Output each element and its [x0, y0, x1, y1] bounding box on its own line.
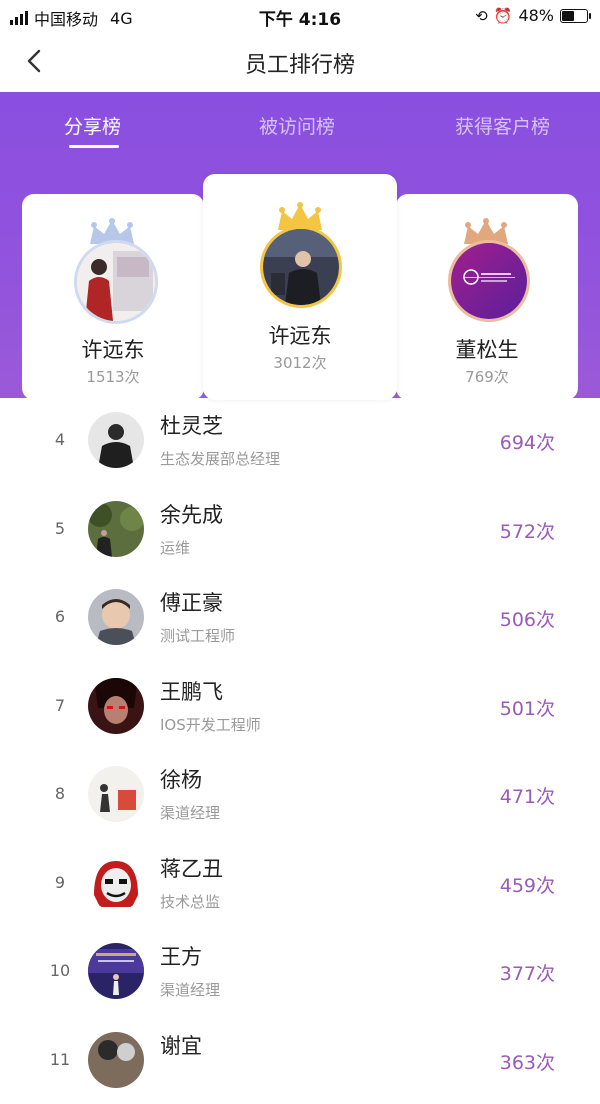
- tab-active-indicator: [69, 145, 119, 148]
- employee-name: 谢宜: [160, 1030, 202, 1060]
- employee-title: 技术总监: [160, 891, 220, 912]
- rank-number: 9: [40, 873, 80, 892]
- podium-count: 1513次: [22, 366, 204, 387]
- list-item[interactable]: 4 杜灵芝 生态发展部总经理 694次: [0, 396, 600, 485]
- employee-title: 生态发展部总经理: [160, 448, 280, 469]
- share-count: 501次: [500, 694, 555, 721]
- status-right: ⟲ ⏰ 48%: [475, 6, 588, 25]
- tab-customers[interactable]: 获得客户榜: [455, 112, 550, 139]
- employee-title: 测试工程师: [160, 625, 235, 646]
- lock-rotation-icon: ⟲: [475, 7, 488, 25]
- employee-title: 渠道经理: [160, 979, 220, 1000]
- ranking-header: 分享榜 被访问榜 获得客户榜 许远东 1513次: [0, 92, 600, 398]
- employee-name: 王鹏飞: [160, 676, 223, 706]
- share-count: 471次: [500, 782, 555, 809]
- avatar: [88, 943, 144, 999]
- employee-name: 徐杨: [160, 764, 202, 794]
- alarm-icon: ⏰: [494, 7, 513, 25]
- list-item[interactable]: 9 蒋乙丑 技术总监 459次: [0, 839, 600, 928]
- share-count: 506次: [500, 605, 555, 632]
- navigation-bar: 员工排行榜: [0, 32, 600, 92]
- avatar: [260, 226, 342, 308]
- avatar: [74, 240, 158, 324]
- status-bar: 中国移动 4G 下午 4:16 ⟲ ⏰ 48%: [0, 0, 600, 32]
- list-item[interactable]: 6 傅正豪 测试工程师 506次: [0, 573, 600, 662]
- list-item[interactable]: 10 王方 渠道经理 377次: [0, 927, 600, 1016]
- list-item[interactable]: 11 谢宜 363次: [0, 1016, 600, 1104]
- list-item[interactable]: 7 王鹏飞 IOS开发工程师 501次: [0, 662, 600, 751]
- employee-title: IOS开发工程师: [160, 714, 261, 735]
- podium-rank-2[interactable]: 许远东 1513次: [22, 194, 204, 400]
- employee-title: 运维: [160, 537, 190, 558]
- rank-number: 6: [40, 607, 80, 626]
- podium-rank-3[interactable]: 董松生 769次: [396, 194, 578, 400]
- battery-percent: 48%: [518, 6, 554, 25]
- podium-count: 769次: [396, 366, 578, 387]
- avatar: [88, 855, 144, 911]
- rank-number: 8: [40, 784, 80, 803]
- tab-bar: 分享榜 被访问榜 获得客户榜: [0, 92, 600, 152]
- tab-share[interactable]: 分享榜: [64, 112, 121, 139]
- avatar: [88, 412, 144, 468]
- employee-name: 王方: [160, 941, 202, 971]
- avatar: [88, 501, 144, 557]
- rank-number: 7: [40, 696, 80, 715]
- share-count: 694次: [500, 428, 555, 455]
- share-count: 363次: [500, 1048, 555, 1075]
- avatar: [88, 589, 144, 645]
- list-item[interactable]: 8 徐杨 渠道经理 471次: [0, 750, 600, 839]
- podium-name: 许远东: [22, 334, 204, 364]
- rank-number: 10: [40, 961, 80, 980]
- share-count: 377次: [500, 959, 555, 986]
- avatar: [88, 766, 144, 822]
- tab-visited[interactable]: 被访问榜: [259, 112, 335, 139]
- employee-name: 蒋乙丑: [160, 853, 223, 883]
- employee-title: 渠道经理: [160, 802, 220, 823]
- avatar: [88, 1032, 144, 1088]
- avatar: [88, 678, 144, 734]
- podium-count: 3012次: [203, 352, 397, 373]
- employee-name: 余先成: [160, 499, 223, 529]
- share-count: 572次: [500, 517, 555, 544]
- battery-icon: [560, 9, 588, 23]
- podium-name: 许远东: [203, 320, 397, 350]
- employee-name: 傅正豪: [160, 587, 223, 617]
- rank-number: 5: [40, 519, 80, 538]
- share-count: 459次: [500, 871, 555, 898]
- employee-name: 杜灵芝: [160, 410, 223, 440]
- podium-name: 董松生: [396, 334, 578, 364]
- page-title: 员工排行榜: [0, 47, 600, 79]
- ranking-list: 4 杜灵芝 生态发展部总经理 694次 5 余先成 运维 572次: [0, 396, 600, 1104]
- avatar: [448, 240, 530, 322]
- list-item[interactable]: 5 余先成 运维 572次: [0, 485, 600, 574]
- rank-number: 4: [40, 430, 80, 449]
- podium-rank-1[interactable]: 许远东 3012次: [203, 174, 397, 400]
